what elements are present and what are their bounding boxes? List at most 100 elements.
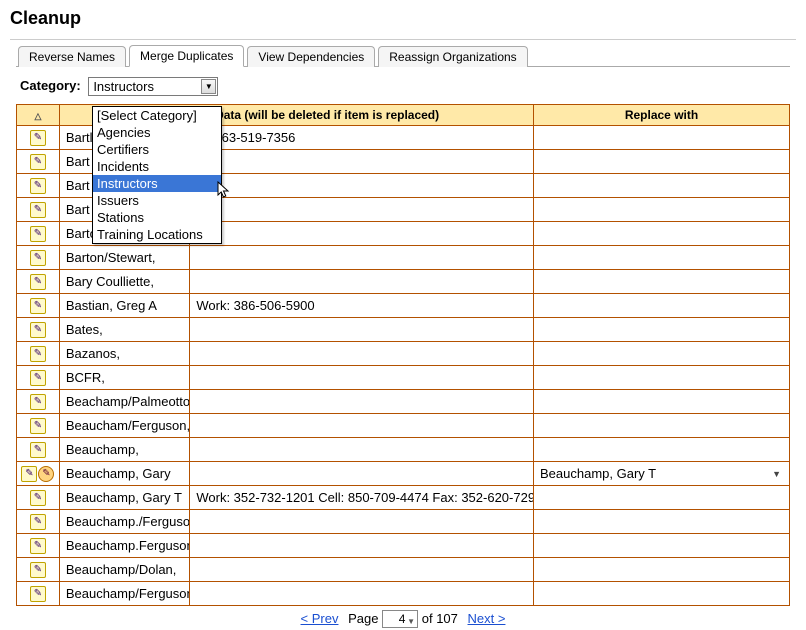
edit-icon[interactable]: ✎ [30, 130, 46, 146]
tab-reassign-organizations[interactable]: Reassign Organizations [378, 46, 527, 67]
edit-cell: ✎ [17, 390, 60, 414]
category-dropdown[interactable]: [Select Category] Agencies Certifiers In… [92, 106, 222, 244]
replace-cell[interactable] [534, 318, 790, 342]
contact-cell [190, 390, 534, 414]
chevron-down-icon: ▼ [407, 614, 415, 630]
category-option[interactable]: Issuers [93, 192, 221, 209]
category-option[interactable]: Agencies [93, 124, 221, 141]
replace-cell[interactable] [534, 558, 790, 582]
replace-cell[interactable] [534, 222, 790, 246]
page-select[interactable]: 4 ▼ [382, 610, 418, 628]
replace-cell[interactable] [534, 246, 790, 270]
edit-icon[interactable]: ✎ [30, 394, 46, 410]
edit-cell: ✎ [17, 270, 60, 294]
replace-cell[interactable] [534, 486, 790, 510]
table-row: ✎✎Beauchamp, GaryBeauchamp, Gary T▼ [17, 462, 790, 486]
edit-cell: ✎ [17, 198, 60, 222]
table-row: ✎Bazanos, [17, 342, 790, 366]
replace-cell[interactable] [534, 198, 790, 222]
edit-icon[interactable]: ✎ [30, 250, 46, 266]
contact-cell [190, 198, 534, 222]
name-cell: Bary Coulliette, [59, 270, 190, 294]
annotate-icon[interactable]: ✎ [38, 466, 54, 482]
category-row: Category: Instructors ▼ [Select Category… [20, 77, 790, 96]
edit-icon[interactable]: ✎ [30, 178, 46, 194]
next-link[interactable]: Next > [468, 611, 506, 626]
category-option[interactable]: Certifiers [93, 141, 221, 158]
contact-cell [190, 582, 534, 606]
edit-cell: ✎ [17, 246, 60, 270]
edit-icon[interactable]: ✎ [30, 538, 46, 554]
edit-icon[interactable]: ✎ [30, 274, 46, 290]
category-option[interactable]: Stations [93, 209, 221, 226]
category-select-value: Instructors [93, 79, 154, 94]
replace-cell[interactable] [534, 366, 790, 390]
replace-cell[interactable] [534, 342, 790, 366]
edit-cell: ✎ [17, 150, 60, 174]
name-cell: Beauchamp/Ferguson, [59, 582, 190, 606]
col-sort[interactable]: △ [17, 105, 60, 126]
edit-cell: ✎ [17, 174, 60, 198]
contact-cell [190, 414, 534, 438]
contact-cell [190, 438, 534, 462]
edit-icon[interactable]: ✎ [30, 154, 46, 170]
edit-icon[interactable]: ✎ [30, 562, 46, 578]
tab-merge-duplicates[interactable]: Merge Duplicates [129, 45, 244, 67]
replace-cell[interactable] [534, 438, 790, 462]
edit-cell: ✎ [17, 438, 60, 462]
contact-cell: Work: 352-732-1201 Cell: 850-709-4474 Fa… [190, 486, 534, 510]
edit-icon[interactable]: ✎ [30, 346, 46, 362]
edit-icon[interactable]: ✎ [30, 226, 46, 242]
replace-cell[interactable] [534, 174, 790, 198]
contact-cell [190, 270, 534, 294]
edit-icon[interactable]: ✎ [30, 298, 46, 314]
name-cell: Beauchamp./Ferguson, [59, 510, 190, 534]
name-cell: Beaucham/Ferguson, [59, 414, 190, 438]
tab-reverse-names[interactable]: Reverse Names [18, 46, 126, 67]
replace-cell[interactable] [534, 534, 790, 558]
contact-cell [190, 342, 534, 366]
replace-cell[interactable]: Beauchamp, Gary T▼ [534, 462, 790, 486]
category-select[interactable]: Instructors ▼ [88, 77, 218, 96]
contact-cell [190, 366, 534, 390]
replace-cell[interactable] [534, 510, 790, 534]
table-row: ✎ Beauchamp, [17, 438, 790, 462]
table-row: ✎ Beauchamp./Ferguson, [17, 510, 790, 534]
edit-icon[interactable]: ✎ [30, 490, 46, 506]
edit-icon[interactable]: ✎ [30, 586, 46, 602]
edit-cell: ✎ [17, 510, 60, 534]
edit-icon[interactable]: ✎ [21, 466, 37, 482]
tab-strip: Reverse Names Merge Duplicates View Depe… [16, 44, 790, 67]
replace-cell[interactable] [534, 270, 790, 294]
edit-icon[interactable]: ✎ [30, 322, 46, 338]
category-option[interactable]: [Select Category] [93, 107, 221, 124]
edit-cell: ✎ [17, 366, 60, 390]
category-option[interactable]: Instructors [93, 175, 221, 192]
name-cell: Beauchamp, [59, 438, 190, 462]
replace-select[interactable]: Beauchamp, Gary T▼ [540, 466, 783, 481]
category-option[interactable]: Training Locations [93, 226, 221, 243]
replace-cell[interactable] [534, 126, 790, 150]
edit-cell: ✎ [17, 294, 60, 318]
table-row: ✎ Bary Coulliette, [17, 270, 790, 294]
col-replace-with[interactable]: Replace with [534, 105, 790, 126]
edit-icon[interactable]: ✎ [30, 442, 46, 458]
edit-icon[interactable]: ✎ [30, 370, 46, 386]
name-cell: Bates, [59, 318, 190, 342]
replace-cell[interactable] [534, 390, 790, 414]
pager: < Prev Page 4 ▼ of 107 Next > [16, 610, 790, 628]
tab-view-dependencies[interactable]: View Dependencies [247, 46, 375, 67]
edit-icon[interactable]: ✎ [30, 418, 46, 434]
replace-cell[interactable] [534, 582, 790, 606]
table-row: ✎Bastian, Greg AWork: 386-506-5900 [17, 294, 790, 318]
category-option[interactable]: Incidents [93, 158, 221, 175]
contact-cell: Work: 386-506-5900 [190, 294, 534, 318]
edit-icon[interactable]: ✎ [30, 514, 46, 530]
edit-icon[interactable]: ✎ [30, 202, 46, 218]
pager-of-label: of [422, 611, 433, 626]
prev-link[interactable]: < Prev [301, 611, 339, 626]
replace-cell[interactable] [534, 150, 790, 174]
pager-page-label: Page [348, 611, 378, 626]
replace-cell[interactable] [534, 414, 790, 438]
replace-cell[interactable] [534, 294, 790, 318]
